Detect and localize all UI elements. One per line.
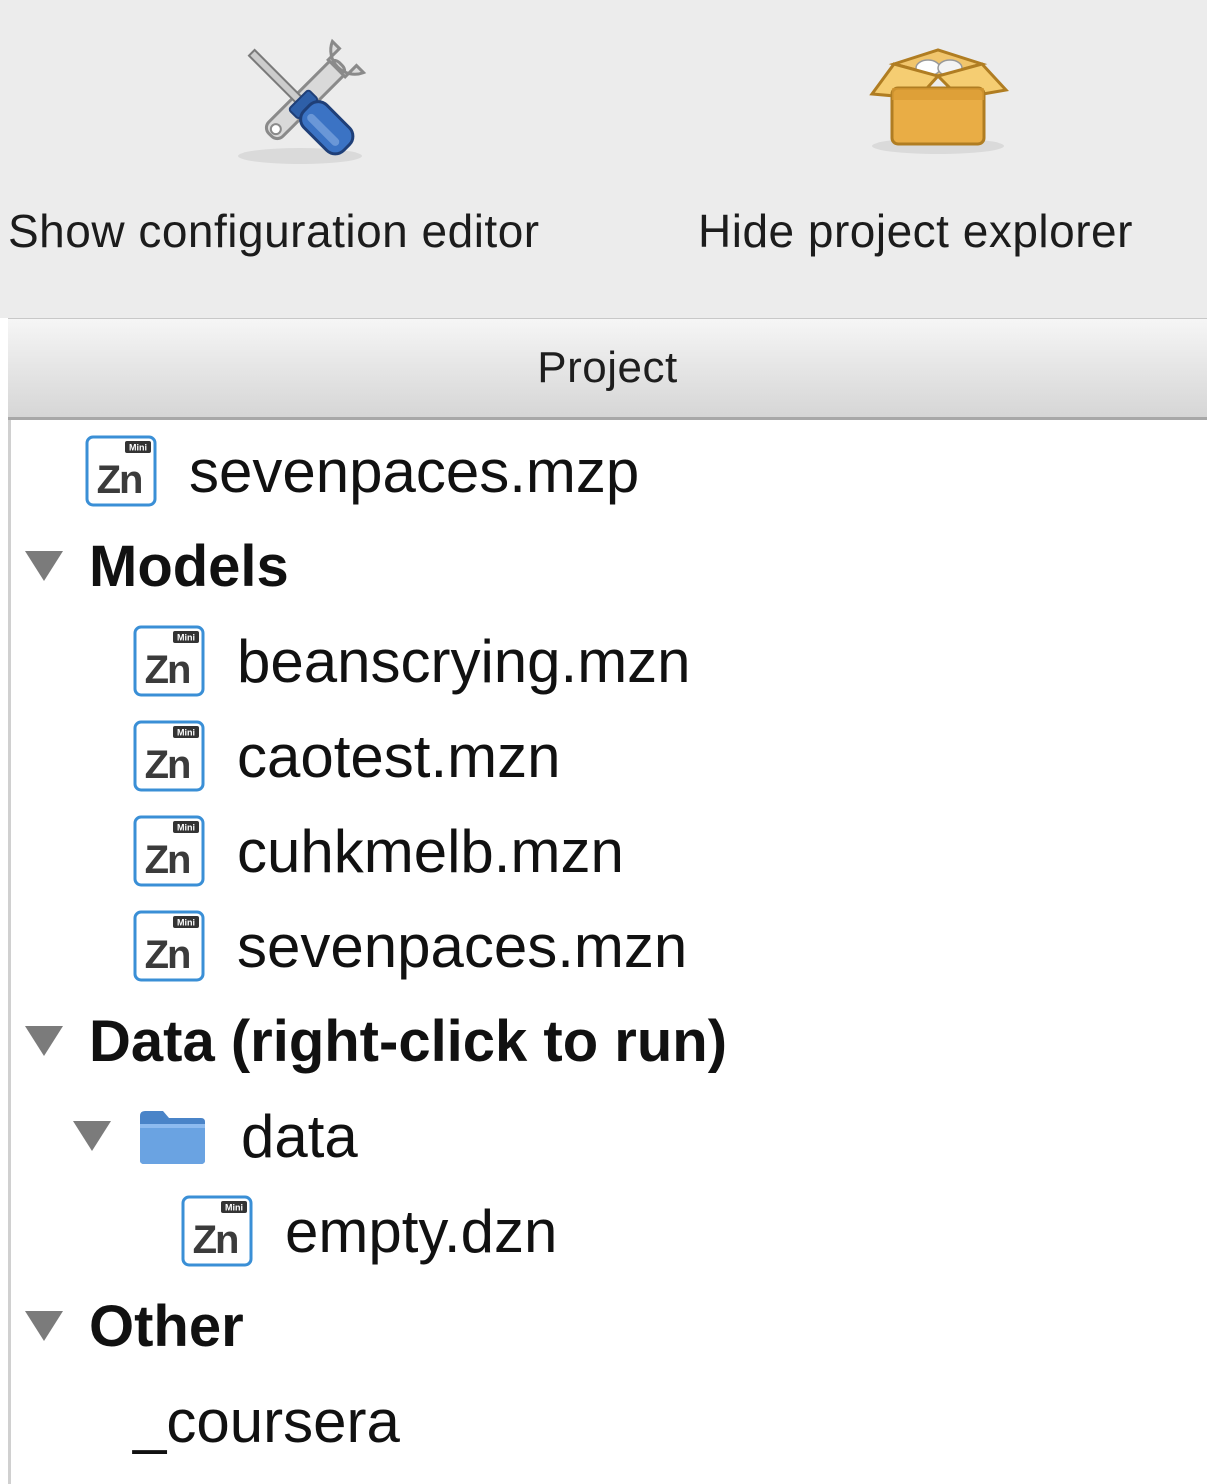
tree-item-model[interactable]: cuhkmelb.mzn bbox=[133, 806, 624, 896]
tree-item-model[interactable]: sevenpaces.mzn bbox=[133, 901, 687, 991]
tree-group-label: Other bbox=[89, 1293, 244, 1359]
expanded-triangle-icon[interactable] bbox=[73, 1121, 111, 1151]
minizinc-file-icon bbox=[133, 910, 205, 982]
project-panel-header: Project bbox=[8, 318, 1207, 420]
show-configuration-editor-label: Show configuration editor bbox=[8, 205, 540, 257]
tree-item-label: cuhkmelb.mzn bbox=[237, 817, 624, 885]
tree-item-data-file[interactable]: empty.dzn bbox=[181, 1186, 557, 1276]
tree-item-label: sevenpaces.mzn bbox=[237, 912, 688, 980]
tree-group-data[interactable]: Data (right-click to run) bbox=[25, 996, 727, 1086]
folder-icon bbox=[140, 1111, 205, 1164]
tree-group-label: Data (right-click to run) bbox=[89, 1008, 728, 1074]
project-tree: sevenpaces.mzp Models beanscrying.mzn ca… bbox=[8, 420, 1207, 1484]
minizinc-file-icon bbox=[85, 435, 157, 507]
expanded-triangle-icon[interactable] bbox=[25, 1311, 63, 1341]
open-box-icon bbox=[869, 48, 1009, 154]
tree-item-label: caotest.mzn bbox=[237, 722, 561, 790]
wrench-screwdriver-icon bbox=[238, 38, 367, 164]
minizinc-file-icon bbox=[181, 1195, 253, 1267]
show-configuration-editor-button[interactable]: Show configuration editor bbox=[0, 0, 640, 300]
expanded-triangle-icon[interactable] bbox=[25, 1026, 63, 1056]
tree-group-models[interactable]: Models bbox=[25, 521, 289, 611]
tree-item-model[interactable]: caotest.mzn bbox=[133, 711, 560, 801]
tree-folder-data[interactable]: data bbox=[73, 1091, 358, 1181]
tree-folder-label: data bbox=[241, 1102, 358, 1170]
tree-item-label: _coursera bbox=[133, 1387, 400, 1455]
tree-item-project-file[interactable]: sevenpaces.mzp bbox=[85, 426, 639, 516]
minizinc-file-icon bbox=[133, 625, 205, 697]
hide-project-explorer-button[interactable]: Hide project explorer bbox=[660, 0, 1207, 300]
toolbar: Show configuration editor Hide project e… bbox=[0, 0, 1207, 318]
tree-group-other[interactable]: Other bbox=[25, 1281, 244, 1371]
tree-group-label: Models bbox=[89, 533, 289, 599]
tree-item-other[interactable]: _coursera bbox=[133, 1376, 400, 1466]
expanded-triangle-icon[interactable] bbox=[25, 551, 63, 581]
minizinc-ide-window: Show configuration editor Hide project e… bbox=[0, 0, 1207, 1484]
tree-item-label: empty.dzn bbox=[285, 1197, 558, 1265]
project-panel-title: Project bbox=[537, 343, 678, 392]
tree-item-label: sevenpaces.mzp bbox=[189, 437, 640, 505]
tree-item-label: beanscrying.mzn bbox=[237, 627, 691, 695]
minizinc-file-icon bbox=[133, 720, 205, 792]
hide-project-explorer-label: Hide project explorer bbox=[698, 205, 1133, 257]
tree-item-model[interactable]: beanscrying.mzn bbox=[133, 616, 691, 706]
minizinc-file-icon bbox=[133, 815, 205, 887]
